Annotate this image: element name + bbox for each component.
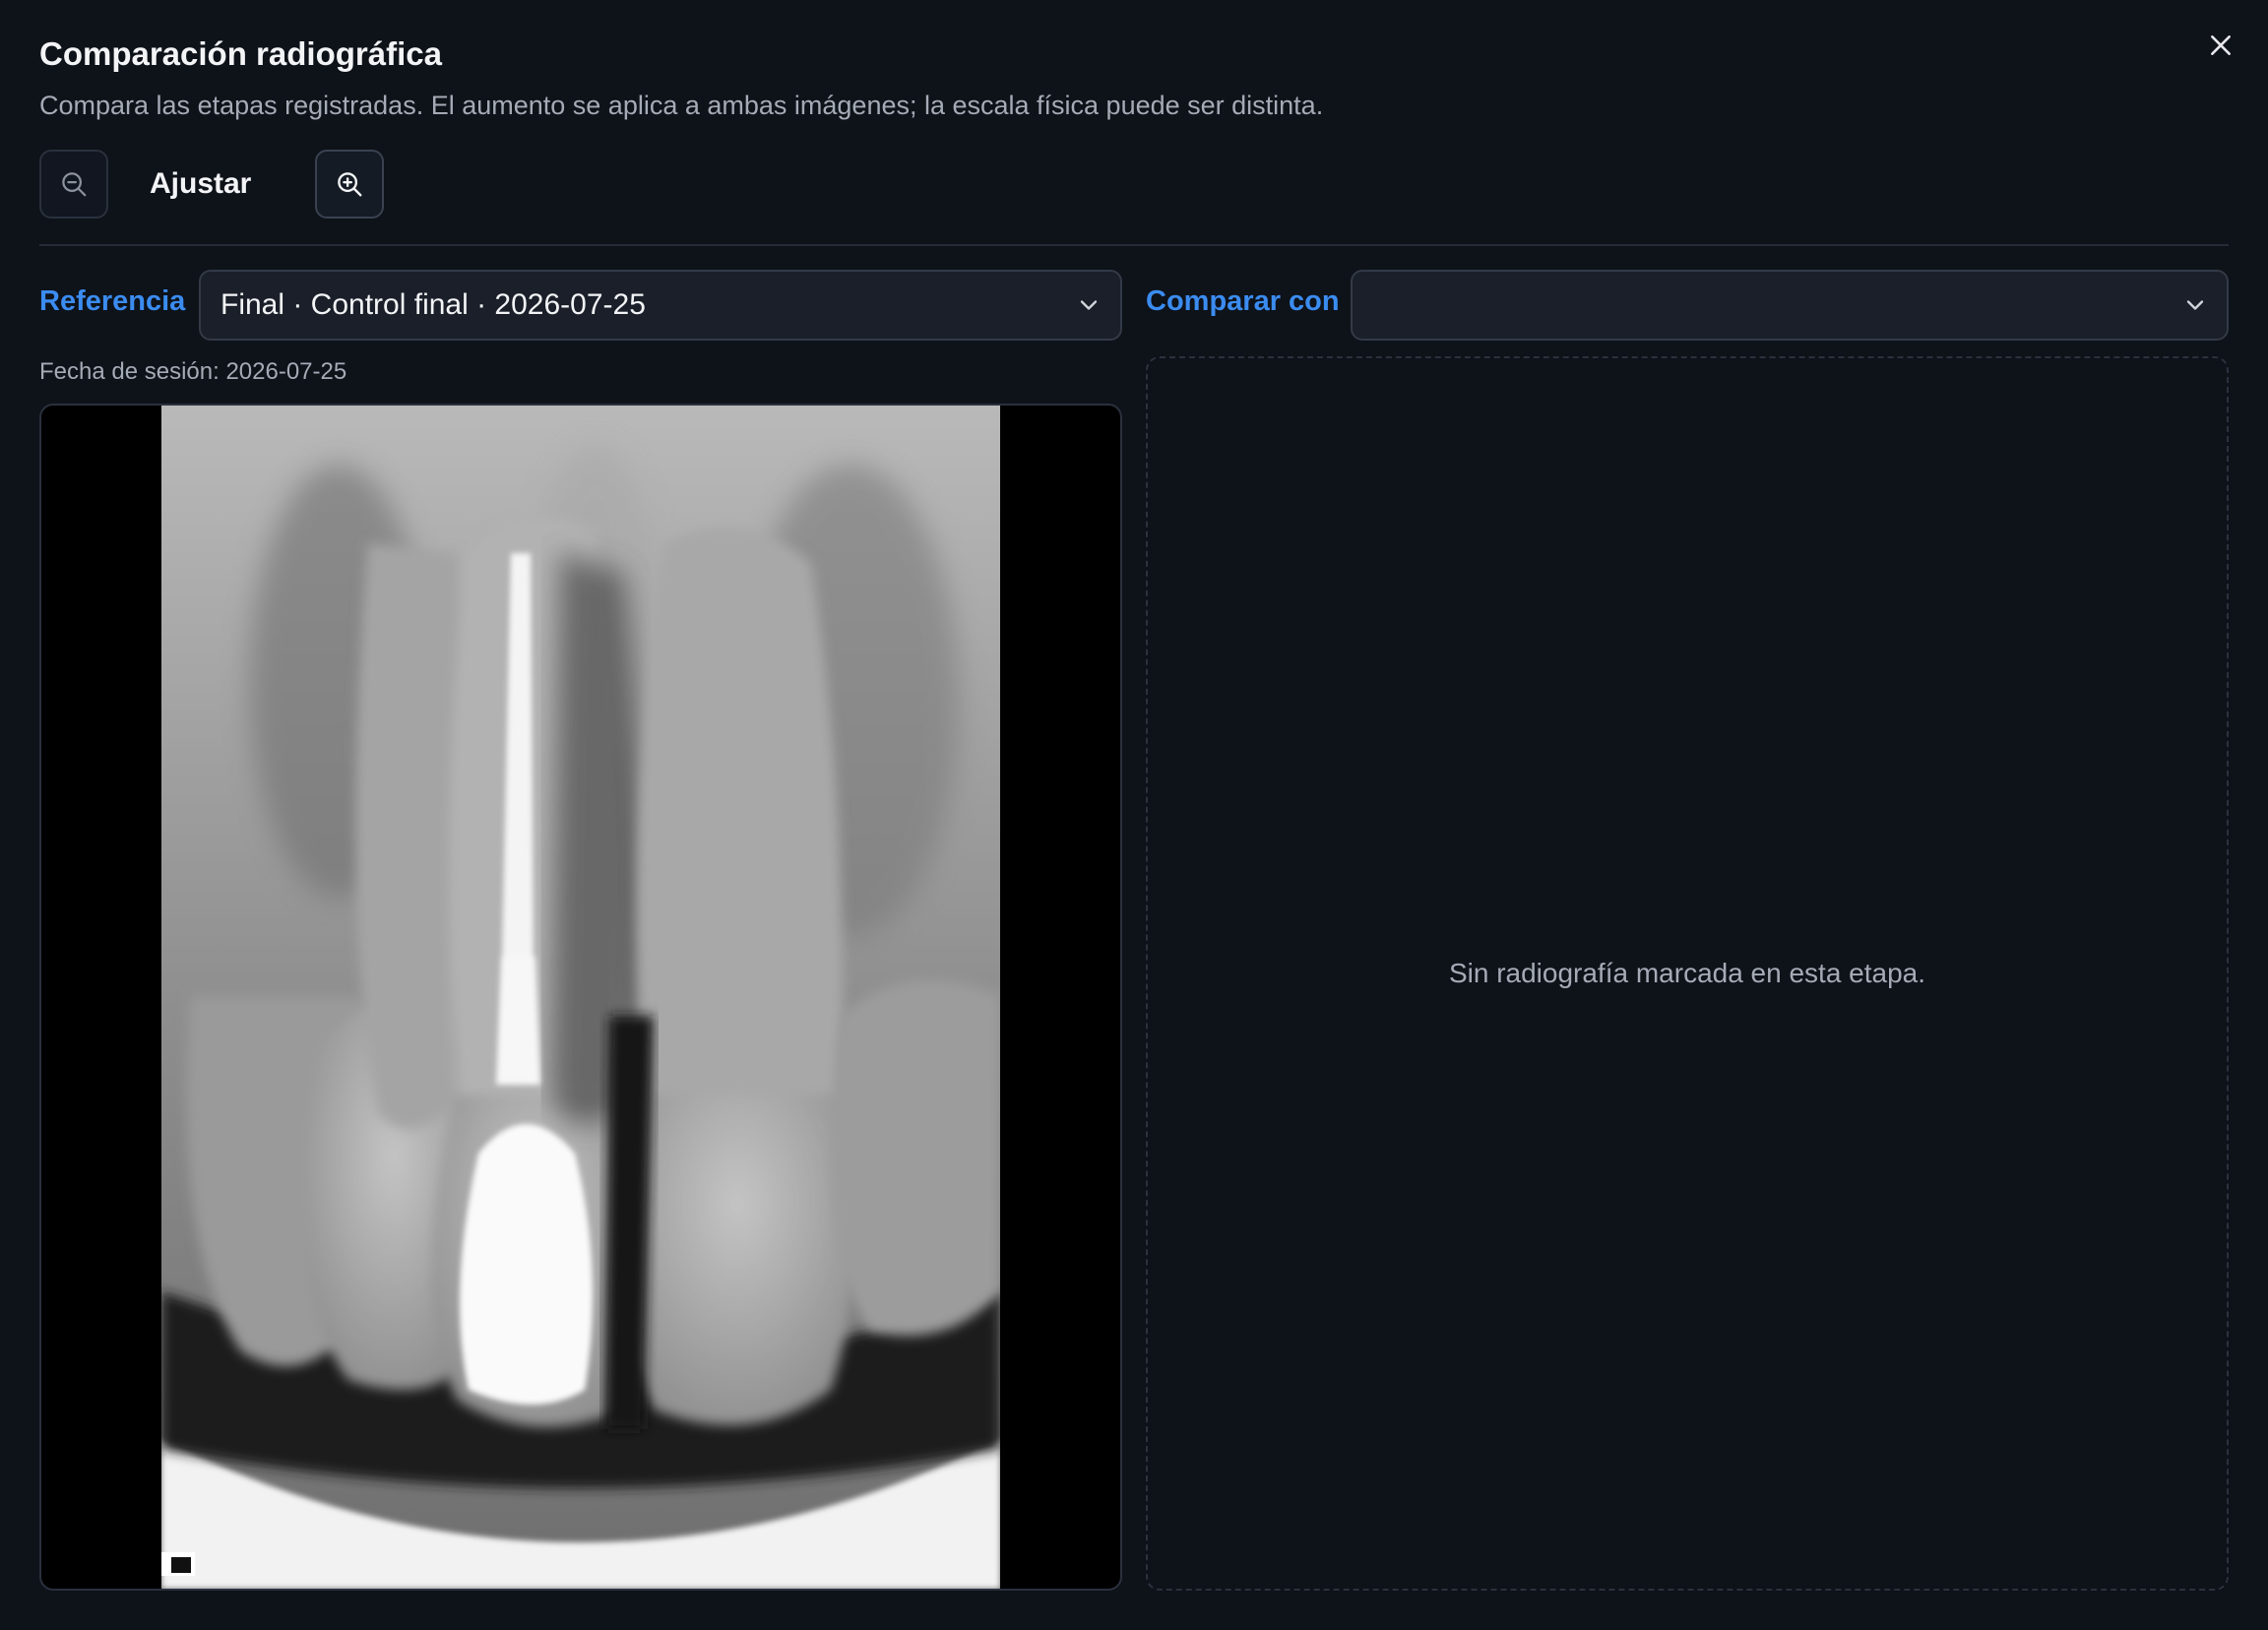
close-icon bbox=[2211, 35, 2231, 55]
reference-select-value: Final · Control final · 2026-07-25 bbox=[220, 288, 646, 321]
session-date: Fecha de sesión: 2026-07-25 bbox=[39, 358, 347, 385]
zoom-out-button[interactable] bbox=[39, 150, 108, 219]
dialog-title: Comparación radiográfica bbox=[39, 35, 442, 72]
reference-image-viewer[interactable] bbox=[39, 404, 1122, 1591]
empty-message: Sin radiografía marcada en esta etapa. bbox=[1448, 958, 1926, 988]
fit-button[interactable]: Ajustar bbox=[150, 150, 251, 219]
divider bbox=[39, 244, 2229, 246]
zoom-in-button[interactable] bbox=[315, 150, 384, 219]
chevron-down-icon bbox=[2186, 300, 2204, 310]
zoom-out-icon bbox=[62, 172, 87, 197]
compare-select[interactable] bbox=[1351, 270, 2229, 341]
chevron-down-icon bbox=[1080, 300, 1098, 310]
compare-empty-panel: Sin radiografía marcada en esta etapa. bbox=[1146, 356, 2229, 1591]
dialog-subtitle: Compara las etapas registradas. El aumen… bbox=[39, 91, 1324, 120]
close-button[interactable] bbox=[2201, 26, 2240, 65]
reference-label: Referencia bbox=[39, 285, 186, 317]
reference-select[interactable]: Final · Control final · 2026-07-25 bbox=[199, 270, 1122, 341]
xray-image bbox=[161, 406, 1000, 1589]
zoom-in-icon bbox=[338, 172, 362, 197]
comparison-dialog: Comparación radiográfica Compara las eta… bbox=[0, 0, 2268, 1630]
compare-label: Comparar con bbox=[1146, 285, 1340, 317]
